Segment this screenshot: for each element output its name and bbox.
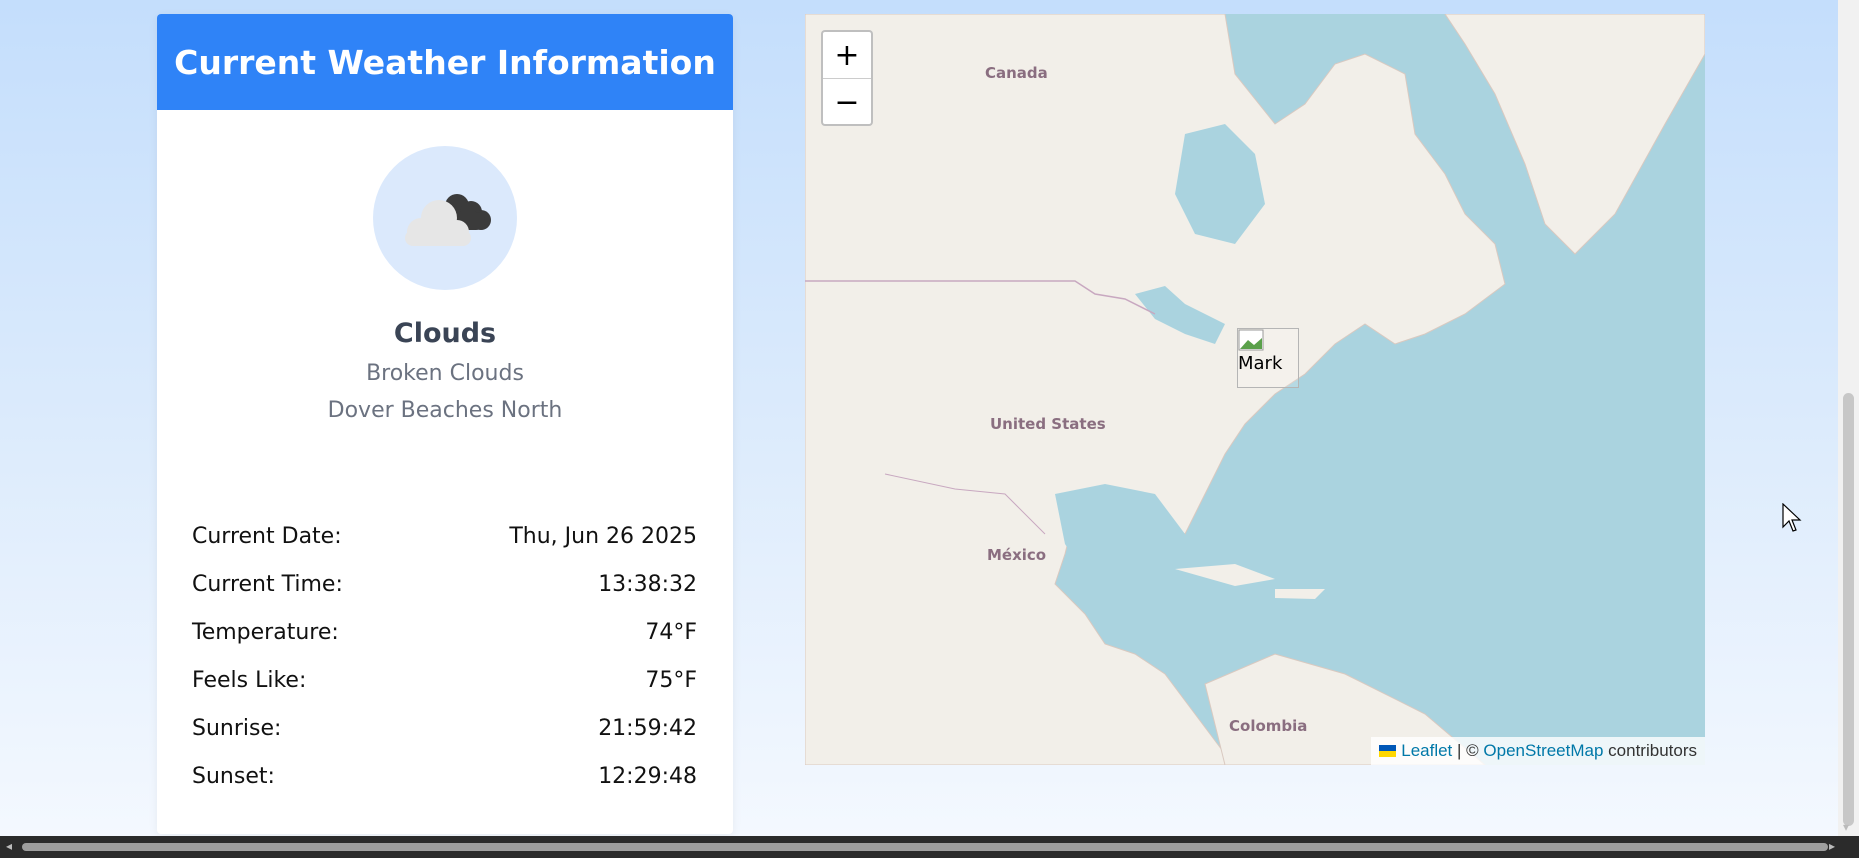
detail-row-sunrise: Sunrise: 21:59:42 [192, 716, 697, 764]
zoom-in-button[interactable]: + [823, 32, 871, 79]
map-label-mexico: México [987, 546, 1047, 564]
scroll-left-arrow-icon[interactable]: ◂ [6, 839, 12, 853]
weather-icon-container [373, 146, 517, 290]
detail-label: Temperature: [192, 620, 339, 645]
leaflet-link[interactable]: Leaflet [1401, 741, 1452, 761]
detail-value: 13:38:32 [598, 572, 697, 597]
marker-alt-text: Mark [1238, 353, 1283, 374]
scroll-right-arrow-icon[interactable]: ▸ [1829, 839, 1835, 853]
detail-label: Sunset: [192, 764, 275, 789]
horizontal-scrollbar[interactable]: ◂ ▸ [0, 836, 1859, 858]
detail-row-temperature: Temperature: 74°F [192, 620, 697, 668]
detail-value: 74°F [645, 620, 697, 645]
attribution-contributors: contributors [1608, 741, 1697, 760]
detail-row-date: Current Date: Thu, Jun 26 2025 [192, 524, 697, 572]
detail-row-sunset: Sunset: 12:29:48 [192, 764, 697, 812]
condition-description: Broken Clouds [366, 361, 524, 386]
location-name: Dover Beaches North [327, 398, 563, 423]
detail-label: Current Time: [192, 572, 343, 597]
card-header: Current Weather Information [157, 14, 733, 110]
detail-value: Thu, Jun 26 2025 [509, 524, 697, 549]
openstreetmap-link[interactable]: OpenStreetMap [1483, 741, 1603, 761]
vertical-scrollbar[interactable]: ▾ [1838, 0, 1859, 836]
zoom-out-button[interactable]: − [823, 79, 871, 125]
attribution-separator: | © [1457, 741, 1479, 760]
scroll-down-arrow-icon[interactable]: ▾ [1843, 820, 1849, 834]
broken-image-icon [1238, 329, 1264, 351]
condition-main: Clouds [393, 318, 497, 349]
detail-label: Current Date: [192, 524, 342, 549]
detail-value: 75°F [645, 668, 697, 693]
detail-value: 21:59:42 [598, 716, 697, 741]
detail-row-time: Current Time: 13:38:32 [192, 572, 697, 620]
vertical-scrollbar-thumb[interactable] [1843, 393, 1854, 826]
map-label-canada: Canada [985, 64, 1048, 82]
ukraine-flag-icon [1379, 745, 1397, 757]
map-label-united-states: United States [990, 415, 1106, 433]
mouse-cursor-icon [1782, 503, 1802, 532]
broken-clouds-icon [405, 194, 491, 246]
map-label-colombia: Colombia [1229, 717, 1308, 735]
weather-details: Current Date: Thu, Jun 26 2025 Current T… [192, 524, 697, 812]
detail-label: Feels Like: [192, 668, 307, 693]
detail-label: Sunrise: [192, 716, 282, 741]
map-view[interactable]: + − Canada United States México Colombia… [805, 14, 1705, 765]
map-land [805, 14, 1705, 765]
location-marker[interactable]: Mark [1237, 328, 1299, 388]
detail-row-feels-like: Feels Like: 75°F [192, 668, 697, 716]
zoom-control: + − [821, 30, 873, 126]
map-attribution: Leaflet | © OpenStreetMap contributors [1371, 737, 1705, 765]
card-title: Current Weather Information [174, 42, 716, 82]
detail-value: 12:29:48 [598, 764, 697, 789]
horizontal-scrollbar-thumb[interactable] [22, 843, 1828, 851]
weather-card: Current Weather Information Clouds Broke… [157, 14, 733, 834]
